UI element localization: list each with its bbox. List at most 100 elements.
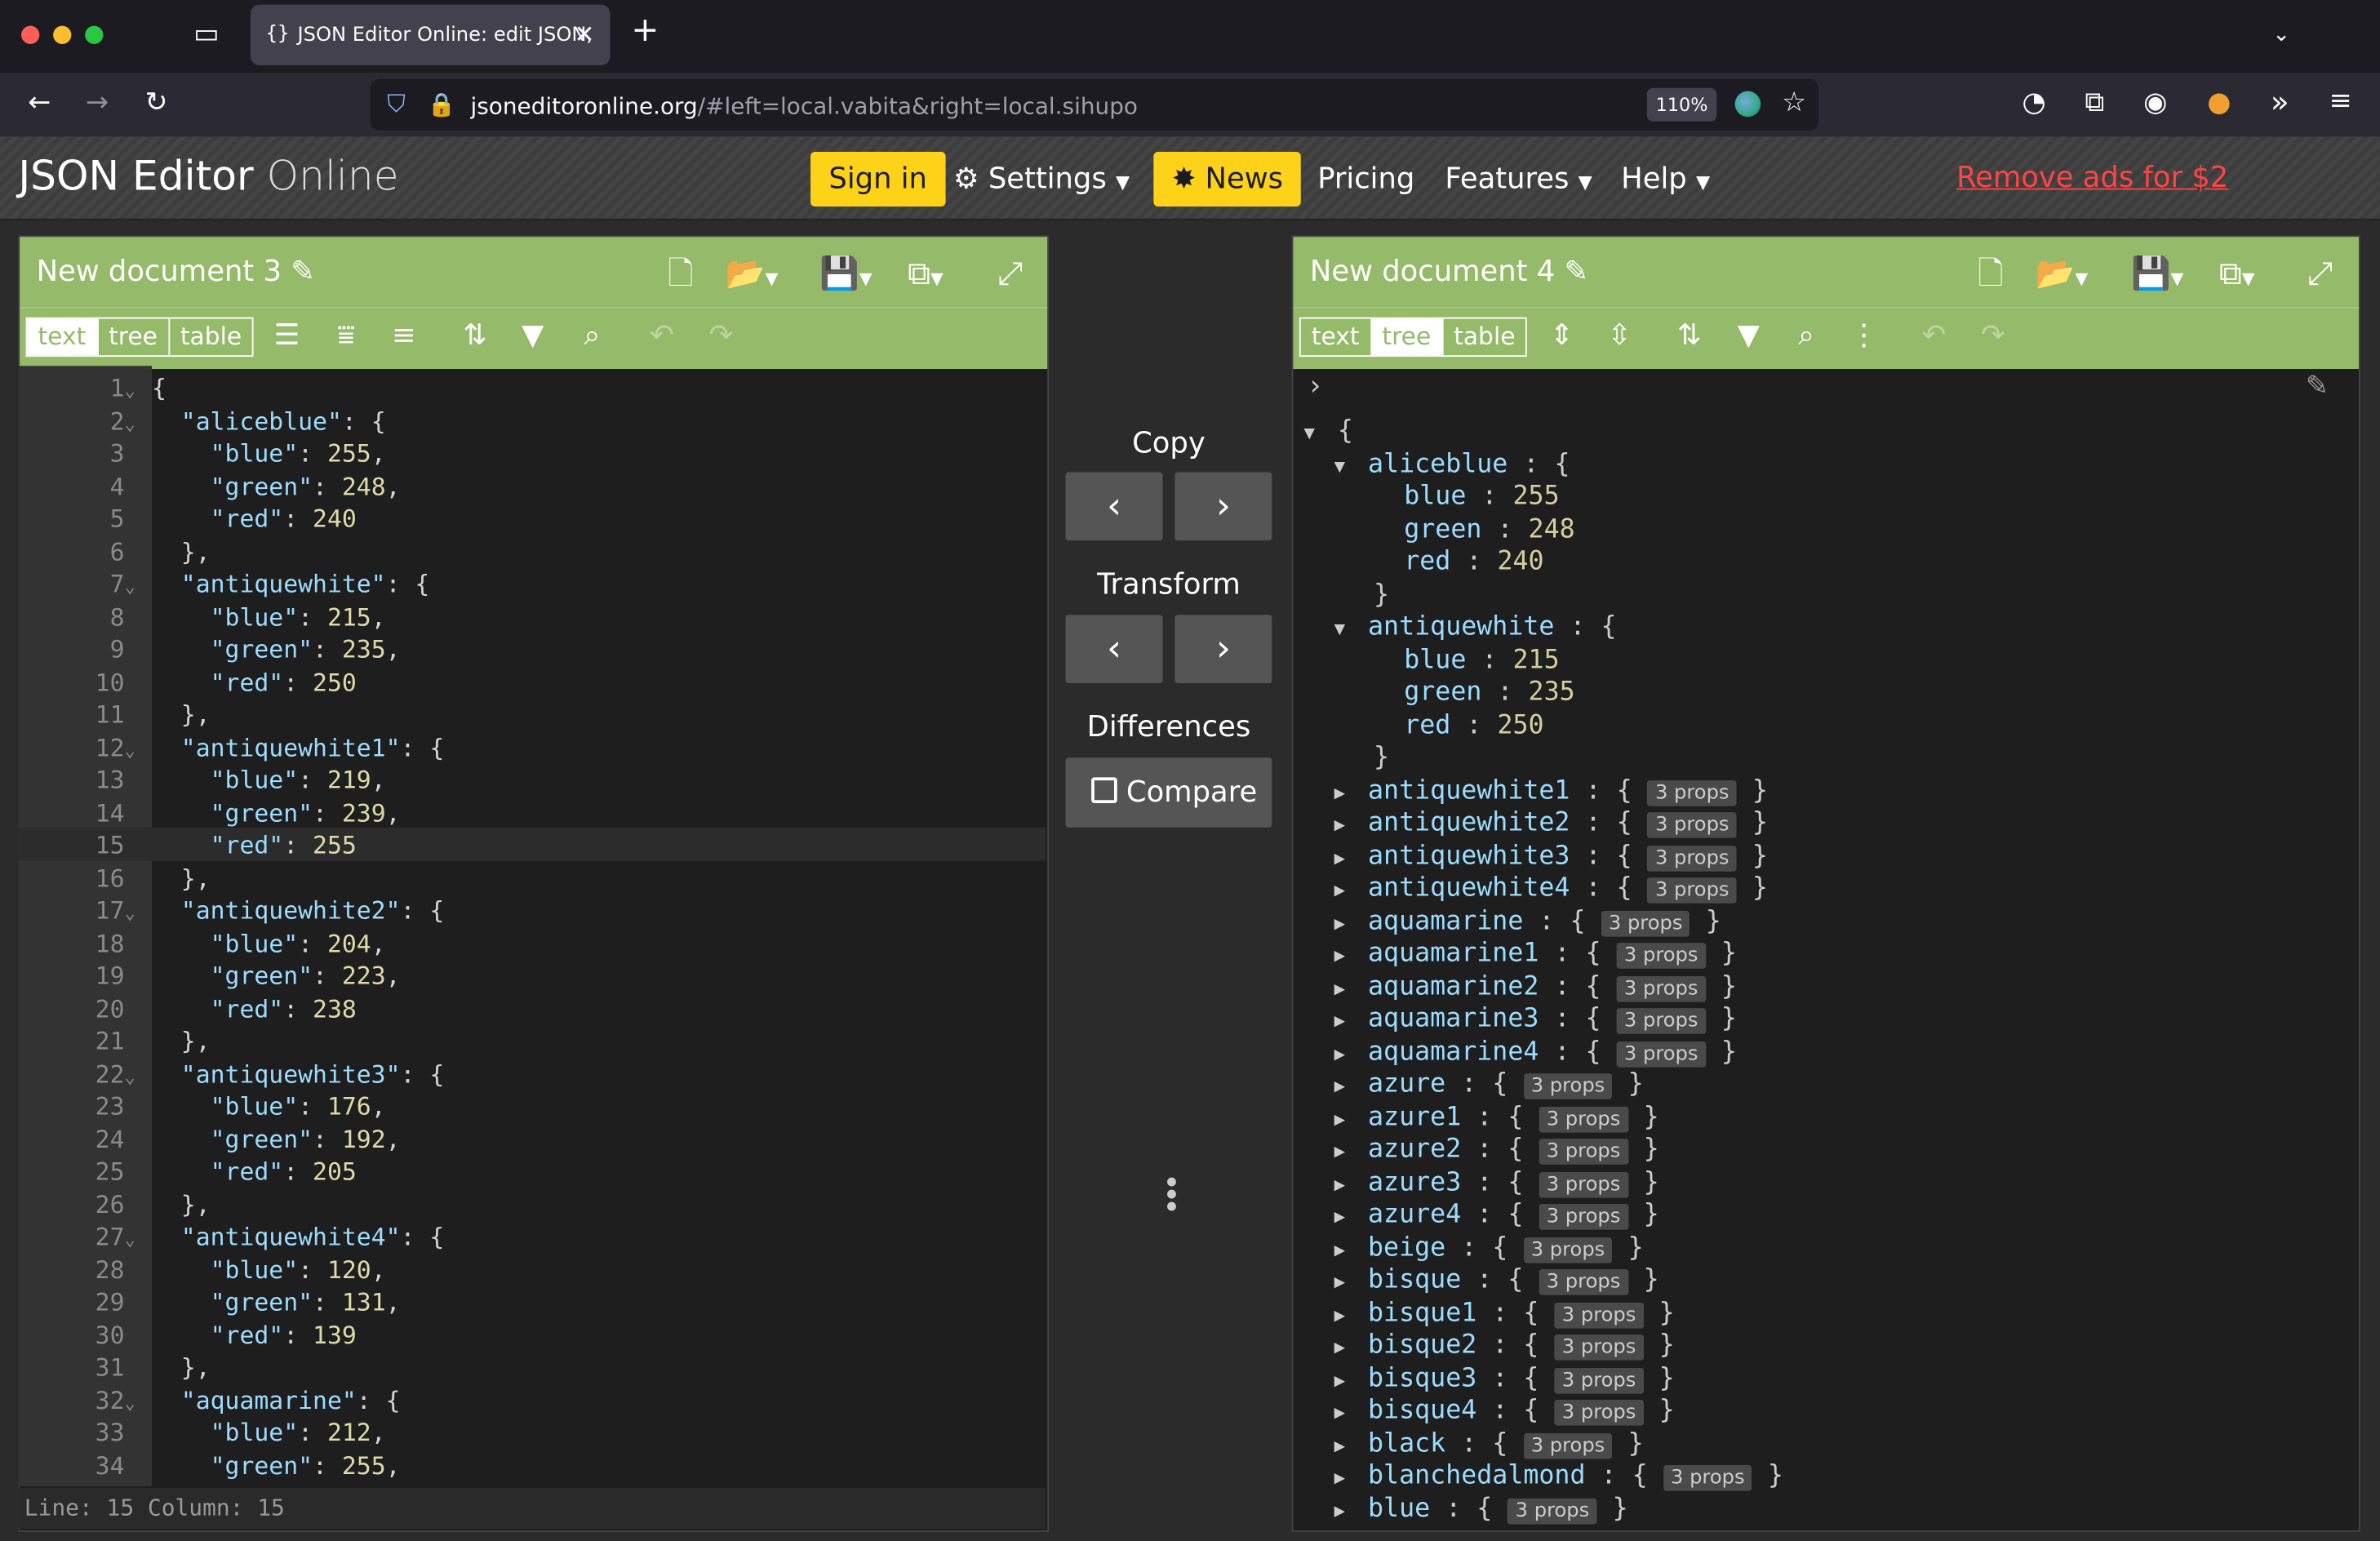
new-tab-icon[interactable]: + xyxy=(628,15,662,48)
mode-tree-button[interactable]: tree xyxy=(1371,318,1444,356)
tree-row[interactable]: ▶ aquamarine2 : { 3 props } xyxy=(1301,971,2348,1004)
expand-fullscreen-icon[interactable]: ⤢ xyxy=(997,255,1023,291)
tree-row[interactable]: ▶ bisque3 : { 3 props } xyxy=(1301,1362,2348,1395)
caret-right-icon[interactable]: ▶ xyxy=(1334,1070,1352,1103)
props-badge[interactable]: 3 props xyxy=(1507,1497,1597,1524)
caret-right-icon[interactable]: ▶ xyxy=(1334,1266,1352,1299)
tree-value[interactable]: 240 xyxy=(1497,547,1543,577)
tree-row[interactable]: ▶ azure4 : { 3 props } xyxy=(1301,1199,2348,1232)
sort-icon[interactable]: ⇅ xyxy=(455,318,495,354)
bookmark-star-icon[interactable]: ☆ xyxy=(1778,87,1811,118)
expand-fullscreen-icon[interactable]: ⤢ xyxy=(2307,255,2333,291)
props-badge[interactable]: 3 props xyxy=(1554,1367,1644,1393)
caret-right-icon[interactable]: ▶ xyxy=(1334,1037,1352,1070)
account-icon[interactable]: ◔ xyxy=(2018,87,2051,118)
undo-icon[interactable]: ↶ xyxy=(1914,318,1953,354)
caret-right-icon[interactable]: ▶ xyxy=(1334,1103,1352,1135)
caret-right-icon[interactable]: ▶ xyxy=(1334,1233,1352,1266)
caret-right-icon[interactable]: ▶ xyxy=(1334,1331,1352,1364)
caret-right-icon[interactable]: ▶ xyxy=(1334,1494,1352,1527)
compare-checkbox-button[interactable]: Compare xyxy=(1065,757,1272,828)
redo-icon[interactable]: ↷ xyxy=(701,318,740,354)
compact-icon[interactable]: ⩸ xyxy=(326,318,366,354)
props-badge[interactable]: 3 props xyxy=(1663,1464,1752,1491)
tree-view[interactable]: ▼ {▼ aliceblue : {blue : 255 green : 248 r… xyxy=(1301,416,2348,1526)
tree-row[interactable]: ▼ aliceblue : { xyxy=(1301,449,2348,482)
tree-row[interactable]: ▶ azure1 : { 3 props } xyxy=(1301,1102,2348,1135)
shield-icon[interactable]: ⛉ xyxy=(380,90,413,120)
props-badge[interactable]: 3 props xyxy=(1616,1041,1706,1067)
props-badge[interactable]: 3 props xyxy=(1523,1432,1613,1459)
fold-arrow-icon[interactable]: ⌄ xyxy=(124,571,151,603)
remove-ads-link[interactable]: Remove ads for $2 xyxy=(1956,161,2228,194)
props-badge[interactable]: 3 props xyxy=(1523,1073,1613,1099)
tree-row[interactable]: ▶ aquamarine1 : { 3 props } xyxy=(1301,939,2348,971)
props-badge[interactable]: 3 props xyxy=(1539,1139,1628,1165)
tree-row[interactable]: ▶ azure3 : { 3 props } xyxy=(1301,1166,2348,1199)
zoom-level-badge[interactable]: 110% xyxy=(1646,87,1717,122)
back-icon[interactable]: ← xyxy=(23,87,56,118)
props-badge[interactable]: 3 props xyxy=(1647,845,1737,871)
caret-right-icon[interactable]: ▶ xyxy=(1334,1397,1352,1429)
tree-value[interactable]: 255 xyxy=(1513,482,1560,512)
tree-row[interactable]: ▶ aquamarine4 : { 3 props } xyxy=(1301,1037,2348,1069)
caret-down-icon[interactable]: ▼ xyxy=(1303,418,1321,451)
props-badge[interactable]: 3 props xyxy=(1616,1008,1706,1034)
tree-row[interactable]: ▼ antiquewhite : { xyxy=(1301,612,2348,645)
hamburger-menu-icon[interactable]: ≡ xyxy=(2324,86,2357,117)
props-badge[interactable]: 3 props xyxy=(1539,1106,1628,1132)
collapse-all-icon[interactable]: ⇳ xyxy=(1600,318,1639,354)
edit-path-icon[interactable]: ✎ xyxy=(2306,371,2329,402)
tree-value[interactable]: 250 xyxy=(1497,710,1543,740)
tree-row[interactable]: red : 240 xyxy=(1301,547,2348,580)
filter-icon[interactable]: ▼ xyxy=(1729,318,1768,354)
mode-tree-button[interactable]: tree xyxy=(98,318,170,356)
tree-row[interactable]: ▼ { xyxy=(1301,416,2348,449)
save-icon[interactable]: 💾▼ xyxy=(819,255,872,297)
props-badge[interactable]: 3 props xyxy=(1554,1400,1644,1426)
features-menu[interactable]: Features ▼ xyxy=(1427,152,1610,207)
props-badge[interactable]: 3 props xyxy=(1539,1269,1628,1295)
lock-icon[interactable]: 🔒 xyxy=(427,90,457,120)
extension-mask-icon[interactable]: ◉ xyxy=(2138,87,2172,118)
tree-row[interactable]: green : 235 xyxy=(1301,677,2348,710)
tree-value[interactable]: 248 xyxy=(1529,514,1575,544)
mode-text-button[interactable]: text xyxy=(27,318,99,356)
expand-all-icon[interactable]: ⇕ xyxy=(1542,318,1581,354)
tree-row[interactable]: ▶ beige : { 3 props } xyxy=(1301,1232,2348,1264)
caret-right-icon[interactable]: ▶ xyxy=(1334,1201,1352,1233)
tree-row[interactable]: ▶ antiquewhite4 : { 3 props } xyxy=(1301,873,2348,906)
caret-right-icon[interactable]: ▶ xyxy=(1334,1462,1352,1494)
tree-row[interactable]: red : 250 xyxy=(1301,710,2348,743)
extensions-puzzle-icon[interactable]: ⧉ xyxy=(2078,87,2111,118)
settings-menu[interactable]: ⚙ Settings ▼ xyxy=(935,152,1148,207)
fold-arrow-icon[interactable]: ⌄ xyxy=(124,1060,151,1093)
mode-table-button[interactable]: table xyxy=(170,319,252,356)
tree-row[interactable]: ▶ aquamarine3 : { 3 props } xyxy=(1301,1004,2348,1037)
copy-right-button[interactable]: › xyxy=(1174,472,1272,541)
props-badge[interactable]: 3 props xyxy=(1539,1171,1628,1197)
repair-icon[interactable]: ≡ xyxy=(384,318,424,354)
tree-row[interactable]: green : 248 xyxy=(1301,514,2348,547)
undo-icon[interactable]: ↶ xyxy=(642,318,682,354)
caret-right-icon[interactable]: ▶ xyxy=(1334,809,1352,842)
fold-arrow-icon[interactable]: ⌄ xyxy=(124,375,151,407)
tree-row[interactable]: ▶ bisque2 : { 3 props } xyxy=(1301,1330,2348,1362)
tree-row[interactable]: } xyxy=(1301,743,2348,775)
vertical-drag-handle-icon[interactable]: • • • xyxy=(1163,1167,1181,1222)
right-document-title[interactable]: New document 4 ✎ xyxy=(1310,255,1588,288)
mode-text-button[interactable]: text xyxy=(1301,318,1372,356)
left-document-title[interactable]: New document 3 ✎ xyxy=(37,255,315,288)
more-options-icon[interactable]: ⋮ xyxy=(1845,318,1884,354)
caret-right-icon[interactable]: ▶ xyxy=(1334,1299,1352,1331)
props-badge[interactable]: 3 props xyxy=(1647,812,1737,838)
props-badge[interactable]: 3 props xyxy=(1601,910,1690,936)
close-tab-icon[interactable]: ✕ xyxy=(571,20,597,50)
search-icon[interactable]: ⌕ xyxy=(572,318,611,354)
new-document-icon[interactable]: 🗋 xyxy=(1978,255,2003,291)
props-badge[interactable]: 3 props xyxy=(1554,1302,1644,1328)
tab-list-chevron-icon[interactable]: ⌄ xyxy=(2265,20,2298,50)
tree-row[interactable]: blue : 215 xyxy=(1301,645,2348,677)
extension-globe-icon[interactable] xyxy=(1734,91,1761,118)
open-folder-icon[interactable]: 📂▼ xyxy=(726,255,778,297)
